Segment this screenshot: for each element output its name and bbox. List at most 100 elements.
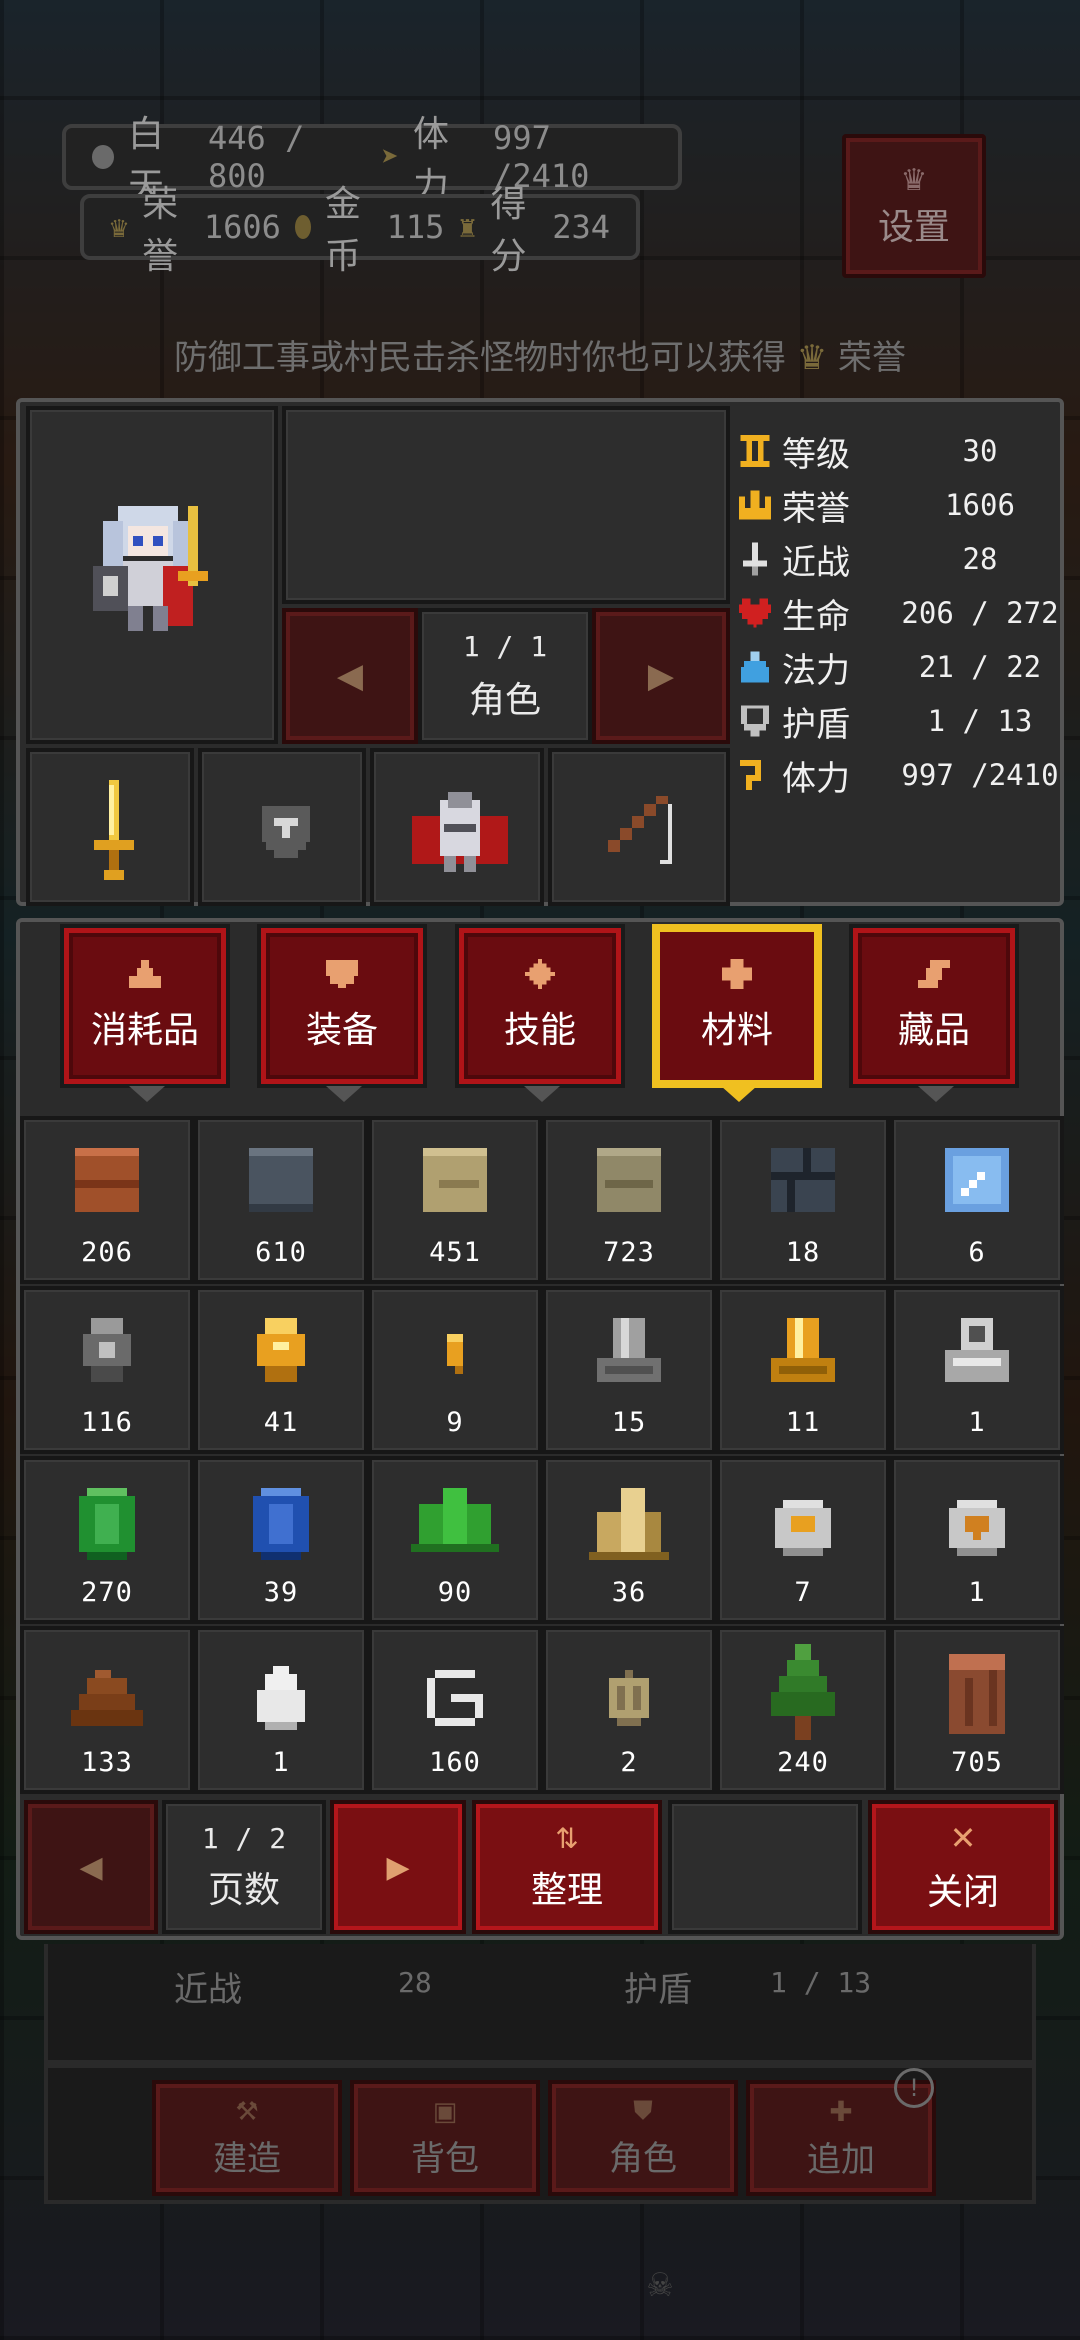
sort-icon: ⇅ bbox=[555, 1821, 579, 1855]
item-slot[interactable]: 11 bbox=[716, 1286, 890, 1454]
item-slot[interactable]: 39 bbox=[194, 1456, 368, 1624]
honor-label: 荣誉 bbox=[142, 184, 179, 277]
item-quantity: 90 bbox=[437, 1577, 473, 1608]
honor-crown-icon: ♛ bbox=[110, 209, 129, 245]
settings-button[interactable]: ♛ 设置 bbox=[842, 134, 986, 278]
item-slot[interactable]: 133 bbox=[20, 1626, 194, 1794]
character-panel: ◀ 1 / 1 角色 ▶ 等级 30 荣誉 1606 近战 28 生命 206 … bbox=[16, 398, 1064, 906]
item-slot[interactable]: 451 bbox=[368, 1116, 542, 1284]
tab-label: 藏品 bbox=[897, 1010, 970, 1051]
item-slot[interactable]: 160 bbox=[368, 1626, 542, 1794]
item-slot[interactable]: 116 bbox=[20, 1286, 194, 1454]
equipment-slot-tool[interactable] bbox=[548, 748, 730, 906]
machine-part-icon bbox=[945, 1318, 1009, 1382]
sandstone-icon bbox=[423, 1148, 487, 1212]
tab-consumables[interactable]: 消耗品 bbox=[60, 924, 230, 1102]
item-quantity: 1 bbox=[968, 1577, 986, 1608]
level-icon bbox=[736, 432, 774, 470]
item-slot[interactable]: 1 bbox=[890, 1456, 1064, 1624]
character-next-button[interactable]: ▶ bbox=[592, 608, 730, 744]
item-slot[interactable]: 15 bbox=[542, 1286, 716, 1454]
sort-label: 整理 bbox=[530, 1869, 603, 1911]
hint-crown-icon: ♛ bbox=[796, 338, 828, 378]
stone-block-icon bbox=[249, 1148, 313, 1212]
item-slot[interactable]: 610 bbox=[194, 1116, 368, 1284]
equipment-slot-armor[interactable] bbox=[370, 748, 544, 906]
item-slot[interactable]: 270 bbox=[20, 1456, 194, 1624]
stat-name: 护盾 bbox=[782, 704, 850, 745]
item-slot[interactable]: 36 bbox=[542, 1456, 716, 1624]
item-slot[interactable]: 1 bbox=[890, 1286, 1064, 1454]
nav-build-button[interactable]: ⚒ 建造 bbox=[152, 2080, 342, 2196]
tab-skills[interactable]: 技能 bbox=[455, 924, 625, 1102]
inventory-next-page-button[interactable]: ▶ bbox=[330, 1800, 466, 1934]
item-quantity: 160 bbox=[429, 1747, 481, 1778]
scroll-icon bbox=[918, 960, 950, 988]
item-slot[interactable]: 723 bbox=[542, 1116, 716, 1284]
coal-ore-icon bbox=[83, 1318, 131, 1382]
tab-collection-face: 藏品 bbox=[849, 924, 1019, 1088]
item-slot[interactable]: 90 bbox=[368, 1456, 542, 1624]
log-icon bbox=[949, 1654, 1005, 1734]
close-button[interactable]: ✕ 关闭 bbox=[868, 1800, 1058, 1934]
stat-name: 法力 bbox=[782, 650, 850, 691]
item-slot[interactable]: 1 bbox=[194, 1626, 368, 1794]
nav-label: 角色 bbox=[609, 2139, 677, 2179]
background-stats-panel: 近战 28 护盾 1 / 13 bbox=[44, 1944, 1036, 2064]
item-slot[interactable]: 9 bbox=[368, 1286, 542, 1454]
item-slot[interactable]: 18 bbox=[716, 1116, 890, 1284]
inventory-page-number: 1 / 2 bbox=[201, 1821, 287, 1855]
stat-row-honor: 荣誉 1606 bbox=[736, 478, 1066, 532]
character-prev-button[interactable]: ◀ bbox=[282, 608, 418, 744]
tab-materials[interactable]: 材料 bbox=[652, 924, 822, 1102]
item-slot[interactable]: 206 bbox=[20, 1116, 194, 1284]
stats-list: 等级 30 荣誉 1606 近战 28 生命 206 / 272 法力 21 /… bbox=[736, 410, 1066, 904]
glass-icon bbox=[945, 1148, 1009, 1212]
melee-icon bbox=[736, 540, 774, 578]
sun-icon bbox=[92, 145, 114, 169]
sort-button[interactable]: ⇅ 整理 bbox=[472, 1800, 662, 1934]
stat-value: 1606 bbox=[945, 488, 1015, 522]
item-quantity: 2 bbox=[620, 1747, 638, 1778]
item-quantity: 1 bbox=[272, 1747, 290, 1778]
shield-icon bbox=[736, 702, 774, 740]
tab-equipment[interactable]: 装备 bbox=[257, 924, 427, 1102]
stat-name: 体力 bbox=[782, 758, 850, 799]
sapphire-icon bbox=[253, 1488, 309, 1560]
character-page-label: 角色 bbox=[468, 679, 541, 721]
seed-icon bbox=[609, 1670, 649, 1726]
tree-icon bbox=[771, 1644, 835, 1740]
dung-icon bbox=[71, 1670, 143, 1726]
nav-character-button[interactable]: ⛊ 角色 bbox=[548, 2080, 738, 2196]
nav-label: 背包 bbox=[411, 2138, 479, 2179]
item-quantity: 451 bbox=[429, 1237, 481, 1268]
hint-text-after: 荣誉 bbox=[838, 338, 907, 378]
inventory-page-indicator: 1 / 2 页数 bbox=[162, 1800, 326, 1934]
item-slot[interactable]: 41 bbox=[194, 1286, 368, 1454]
stat-value: 997 /2410 bbox=[901, 758, 1059, 792]
item-slot[interactable]: 6 bbox=[890, 1116, 1064, 1284]
equipment-slot-weapon[interactable] bbox=[26, 748, 194, 906]
item-quantity: 9 bbox=[446, 1407, 464, 1438]
equipment-slot-shield[interactable] bbox=[198, 748, 366, 906]
item-slot[interactable]: 705 bbox=[890, 1626, 1064, 1794]
tab-pointer bbox=[918, 1086, 954, 1102]
item-slot[interactable]: 240 bbox=[716, 1626, 890, 1794]
item-quantity: 41 bbox=[263, 1407, 299, 1438]
tab-collection[interactable]: 藏品 bbox=[849, 924, 1019, 1102]
tab-equipment-face: 装备 bbox=[257, 924, 427, 1088]
nav-backpack-button[interactable]: ▣ 背包 bbox=[350, 2080, 540, 2196]
hammer-icon: ⚒ bbox=[235, 2096, 259, 2127]
stat-row-shield: 护盾 1 / 13 bbox=[736, 694, 1066, 748]
honor-crown-icon bbox=[736, 486, 774, 524]
item-quantity: 206 bbox=[81, 1237, 133, 1268]
inventory-prev-page-button[interactable]: ◀ bbox=[24, 1800, 158, 1934]
item-quantity: 15 bbox=[611, 1407, 647, 1438]
flask-icon bbox=[129, 960, 161, 988]
item-slot[interactable]: 7 bbox=[716, 1456, 890, 1624]
tab-pointer bbox=[721, 1086, 757, 1102]
gold-value: 115 bbox=[386, 208, 445, 246]
item-slot[interactable]: 2 bbox=[542, 1626, 716, 1794]
inventory-grid: 206 610 451 723 18 6 116 41 9 15 11 1 27… bbox=[20, 1116, 1064, 1794]
red-cape-armor-icon bbox=[412, 792, 508, 872]
